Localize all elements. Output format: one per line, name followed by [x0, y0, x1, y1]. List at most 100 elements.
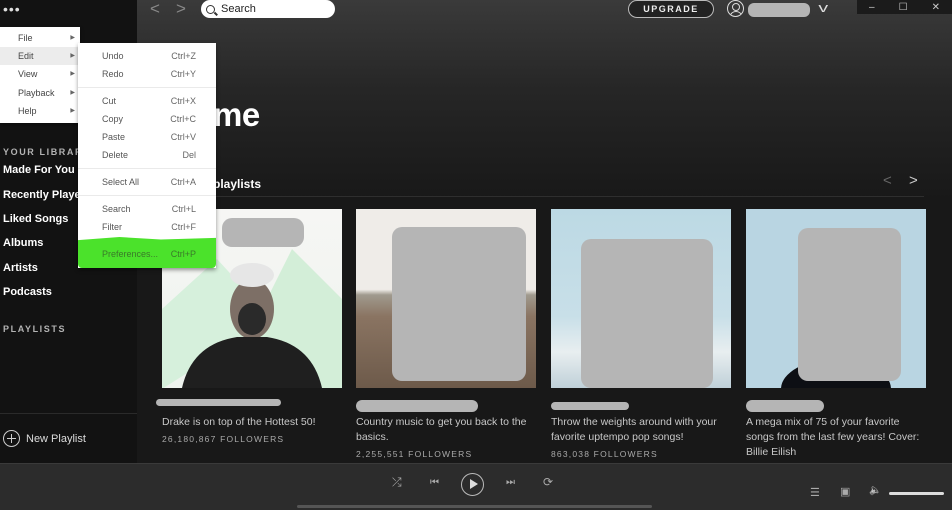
- sidebar-divider: [0, 413, 137, 414]
- edit-submenu: Undo Ctrl+Z Redo Ctrl+Y Cut Ctrl+X Copy Ctrl…: [78, 43, 216, 268]
- menu-item-copy[interactable]: Copy Ctrl+C: [78, 111, 216, 127]
- page-title: me: [213, 96, 260, 133]
- menu-item-shortcut: Ctrl+V: [170, 132, 196, 142]
- card-name-redacted[interactable]: [356, 400, 478, 412]
- queue-button[interactable]: ☰: [810, 486, 820, 499]
- playlist-cover[interactable]: [551, 209, 731, 388]
- back-button[interactable]: <: [150, 0, 160, 18]
- playlist-cover[interactable]: [746, 209, 926, 388]
- menu-item-cut[interactable]: Cut Ctrl+X: [78, 93, 216, 109]
- menu-item-label: Select All: [102, 177, 140, 187]
- play-button[interactable]: [461, 473, 484, 496]
- card-followers: 2,255,551 FOLLOWERS: [356, 449, 473, 459]
- menu-item-view[interactable]: View ▶: [0, 65, 80, 83]
- upgrade-button[interactable]: UPGRADE: [628, 0, 714, 18]
- menu-item-search[interactable]: Search Ctrl+L: [78, 201, 216, 217]
- menu-item-shortcut: Ctrl+Y: [170, 69, 196, 79]
- player-bar: ⤮ ⏮ ⏭ ⟳ ☰ ▣ 🔈: [0, 463, 952, 510]
- card-name-redacted[interactable]: [746, 400, 824, 412]
- cover-redacted: [581, 239, 713, 388]
- menu-item-playback[interactable]: Playback ▶: [0, 84, 80, 102]
- submenu-arrow-icon: ▶: [70, 53, 75, 59]
- menu-item-help[interactable]: Help ▶: [0, 102, 80, 120]
- card-description: Throw the weights around with your favor…: [551, 415, 731, 462]
- username-redacted[interactable]: [748, 3, 810, 17]
- carousel-next-button[interactable]: >: [909, 172, 918, 189]
- menu-separator: [78, 168, 216, 169]
- maximize-button[interactable]: ☐: [899, 2, 908, 13]
- window-controls: – ☐ ✕: [857, 0, 952, 14]
- menu-item-label: Delete: [102, 150, 129, 160]
- card-followers: 26,180,867 FOLLOWERS: [162, 434, 285, 444]
- progress-bar[interactable]: [297, 505, 652, 508]
- menu-item-redo[interactable]: Redo Ctrl+Y: [78, 66, 216, 82]
- menu-item-shortcut: Ctrl+A: [170, 177, 196, 187]
- playlist-card[interactable]: Throw the weights around with your favor…: [551, 209, 731, 459]
- minimize-button[interactable]: –: [869, 2, 875, 13]
- menu-item-label: Paste: [102, 132, 126, 142]
- menu-item-file[interactable]: File ▶: [0, 29, 80, 47]
- card-description: Country music to get you back to the bas…: [356, 415, 536, 462]
- cover-title-redacted: [222, 218, 304, 247]
- sidebar-item-podcasts[interactable]: Podcasts: [3, 286, 137, 298]
- previous-button[interactable]: ⏮: [430, 477, 439, 488]
- shuffle-button[interactable]: ⤮: [392, 475, 402, 490]
- submenu-arrow-icon: ▶: [70, 90, 75, 96]
- playlist-card[interactable]: Country music to get you back to the bas…: [356, 209, 536, 459]
- submenu-arrow-icon: ▶: [70, 108, 75, 114]
- volume-slider[interactable]: [889, 492, 944, 495]
- playlists-heading: PLAYLISTS: [3, 324, 67, 334]
- menu-item-label: Playback: [18, 88, 55, 98]
- card-description: Drake is on top of the Hottest 50! 26,18…: [162, 415, 342, 447]
- menu-item-delete[interactable]: Delete Del: [78, 147, 216, 163]
- menu-item-label: Preferences...: [102, 249, 159, 259]
- menu-separator: [78, 87, 216, 88]
- menu-item-label: File: [18, 33, 33, 43]
- plus-circle-icon: [3, 430, 20, 447]
- menu-item-paste[interactable]: Paste Ctrl+V: [78, 129, 216, 145]
- menu-item-label: Edit: [18, 51, 34, 61]
- chevron-down-icon[interactable]: v: [818, 0, 828, 15]
- card-name-redacted[interactable]: [156, 399, 281, 406]
- next-button[interactable]: ⏭: [506, 477, 515, 488]
- card-followers: 863,038 FOLLOWERS: [551, 449, 658, 459]
- user-avatar-icon[interactable]: [727, 0, 744, 17]
- menu-item-shortcut: Ctrl+X: [170, 96, 196, 106]
- main-view: < > Search UPGRADE v – ☐ ✕ me playlists …: [137, 0, 952, 463]
- new-playlist-button[interactable]: New Playlist: [3, 430, 86, 447]
- menu-item-undo[interactable]: Undo Ctrl+Z: [78, 48, 216, 64]
- menu-dots-button[interactable]: •••: [3, 2, 21, 16]
- forward-button[interactable]: >: [176, 0, 186, 18]
- card-name-redacted[interactable]: [551, 402, 629, 410]
- section-title: playlists: [213, 177, 262, 191]
- menu-item-label: Copy: [102, 114, 124, 124]
- close-button[interactable]: ✕: [932, 2, 940, 13]
- menu-item-filter[interactable]: Filter Ctrl+F: [78, 219, 216, 235]
- cover-redacted: [798, 228, 901, 381]
- repeat-button[interactable]: ⟳: [543, 475, 553, 489]
- search-placeholder: Search: [221, 3, 256, 15]
- carousel-prev-button[interactable]: <: [883, 172, 892, 189]
- menu-item-label: Undo: [102, 51, 124, 61]
- menu-item-shortcut: Ctrl+L: [171, 204, 196, 214]
- menu-item-shortcut: Ctrl+Z: [171, 51, 196, 61]
- card-description-text: Drake is on top of the Hottest 50!: [162, 416, 316, 428]
- menu-item-edit[interactable]: Edit ▶: [0, 47, 80, 65]
- volume-icon[interactable]: 🔈: [869, 485, 881, 496]
- card-description-text: A mega mix of 75 of your favorite songs …: [746, 416, 920, 458]
- menu-item-shortcut: Ctrl+C: [170, 114, 196, 124]
- menu-item-label: Cut: [102, 96, 117, 106]
- devices-button[interactable]: ▣: [840, 485, 850, 498]
- cover-redacted: [392, 227, 526, 381]
- card-description: A mega mix of 75 of your favorite songs …: [746, 415, 926, 460]
- new-playlist-label: New Playlist: [26, 432, 86, 445]
- playlist-cover[interactable]: [356, 209, 536, 388]
- menu-item-preferences[interactable]: Preferences... Ctrl+P: [78, 246, 216, 262]
- app-menu: File ▶ Edit ▶ View ▶ Playback ▶ Help ▶: [0, 27, 80, 123]
- menu-item-select-all[interactable]: Select All Ctrl+A: [78, 174, 216, 190]
- menu-item-shortcut: Ctrl+F: [171, 222, 196, 232]
- search-icon: [206, 4, 215, 14]
- section-divider: [162, 196, 924, 197]
- playlist-card[interactable]: A mega mix of 75 of your favorite songs …: [746, 209, 926, 458]
- search-input[interactable]: Search: [201, 0, 335, 18]
